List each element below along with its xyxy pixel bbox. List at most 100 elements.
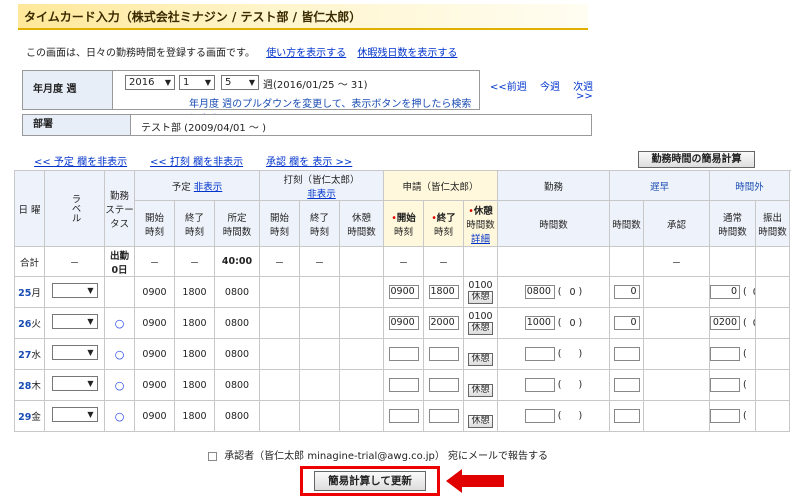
apply-start-input[interactable]: 0900 — [388, 285, 419, 299]
total-ps: － — [134, 246, 175, 277]
late-approve — [643, 338, 711, 370]
label-select[interactable] — [51, 345, 98, 360]
ot-normal: ( ) — [709, 338, 757, 370]
page-title-bar: タイムカード入力（株式会社ミナジン / テスト部 / 皆仁太郎） — [18, 4, 588, 30]
label-select[interactable] — [51, 407, 98, 422]
ot-normal-input[interactable]: 0 — [710, 285, 741, 299]
plan-sched: 0800 — [214, 400, 260, 432]
ot-normal-input[interactable] — [710, 347, 741, 361]
mail-checkbox[interactable] — [208, 451, 217, 461]
total-ab — [463, 246, 498, 277]
total-pe: － — [174, 246, 215, 277]
row-day: 27水 — [14, 338, 45, 370]
ot-normal-input[interactable] — [710, 378, 741, 392]
work-hours: ( ) — [496, 400, 611, 432]
table-row: 29金 ○ 090018000800 休憩 ( ) ( ) — [14, 400, 791, 432]
total-ks: － — [259, 246, 300, 277]
ot-transfer — [755, 369, 791, 401]
late-hours-input[interactable]: 0 — [613, 316, 640, 330]
table-row: 26火○090018000800090020000100休憩1000 (0 )0… — [14, 307, 791, 339]
next-week-arrow[interactable]: >> — [576, 91, 593, 102]
week-select[interactable]: 5 — [221, 75, 259, 90]
col-work: 勤務 — [496, 170, 611, 201]
label-select[interactable] — [51, 283, 98, 298]
late-hours — [609, 369, 645, 401]
work-hours-input[interactable]: 0800 — [524, 285, 555, 299]
late-hours-input[interactable] — [613, 378, 640, 392]
work-hours-input[interactable]: 1000 — [524, 316, 555, 330]
apply-start-input[interactable] — [388, 347, 419, 361]
apply-end-input[interactable] — [428, 347, 459, 361]
row-label — [44, 369, 105, 401]
work-hours-input[interactable] — [524, 378, 555, 392]
toggle-plan-link[interactable]: << 予定 欄を非表示 — [34, 157, 127, 168]
apply-start: 0900 — [383, 276, 424, 308]
break-button[interactable]: 休憩 — [468, 291, 493, 304]
col-day: 日 曜 — [14, 170, 45, 247]
row-status: ○ — [104, 307, 135, 339]
total-late-ap: － — [643, 246, 711, 277]
plan-end: 1800 — [174, 276, 215, 308]
month-select[interactable]: 1 — [179, 75, 215, 90]
apply-start — [383, 338, 424, 370]
break-button[interactable]: 休憩 — [468, 415, 493, 428]
punch-hide-link[interactable]: 非表示 — [307, 189, 336, 200]
work-hours-input[interactable] — [524, 409, 555, 423]
late-approve — [643, 276, 711, 308]
row-status — [104, 276, 135, 308]
late-hours-input[interactable] — [613, 409, 640, 423]
label-select[interactable] — [51, 314, 98, 329]
week-range: 週(2016/01/25 ～ 31) — [263, 80, 368, 91]
apply-start-input[interactable] — [388, 378, 419, 392]
intro-text: この画面は、日々の勤務時間を登録する画面です。 — [26, 48, 255, 59]
apply-end-input[interactable]: 1800 — [428, 285, 459, 299]
ot-normal-input[interactable]: 0200 — [710, 316, 741, 330]
ot-transfer — [755, 307, 791, 339]
late-hours-input[interactable]: 0 — [613, 285, 640, 299]
ot-normal-input[interactable] — [710, 409, 741, 423]
work-hours: 1000 (0 ) — [496, 307, 611, 339]
prev-week-link[interactable]: <<前週 — [490, 82, 527, 93]
apply-end-input[interactable]: 2000 — [428, 316, 459, 330]
this-week-link[interactable]: 今週 — [540, 82, 560, 93]
toggle-approve-link[interactable]: 承認 欄を 表示 >> — [266, 157, 352, 168]
table-row: 25月090018000800090018000100休憩0800 (0 )00… — [14, 276, 791, 308]
total-late — [609, 246, 645, 277]
row-dow: 木 — [31, 381, 41, 392]
work-hours-input[interactable] — [524, 347, 555, 361]
quick-calc-button[interactable]: 勤務時間の簡易計算 — [638, 151, 755, 168]
late-hours: 0 — [609, 307, 645, 339]
punch-end — [299, 369, 340, 401]
break-button[interactable]: 休憩 — [468, 353, 493, 366]
total-attend: 出勤 0日 — [104, 246, 135, 277]
how-to-link[interactable]: 使い方を表示する — [266, 48, 346, 59]
h-ot-normal: 通常 時間数 — [709, 200, 757, 247]
apply-start-input[interactable]: 0900 — [388, 316, 419, 330]
h-apply-brk-text: 休憩 — [473, 205, 493, 217]
total-ot — [709, 246, 757, 277]
leave-balance-link[interactable]: 休暇残日数を表示する — [357, 48, 457, 59]
col-attend: 勤務 ステータス — [104, 170, 135, 247]
period-label: 年月度 週 — [23, 71, 113, 109]
h-plan-start: 開始 時刻 — [134, 200, 175, 247]
status-mark: ○ — [114, 378, 125, 392]
h-apply-start: •開始 時刻 — [383, 200, 424, 247]
brk-detail-link[interactable]: 詳細 — [471, 234, 490, 245]
year-select[interactable]: 2016 — [125, 75, 175, 90]
break-button[interactable]: 休憩 — [468, 322, 493, 335]
punch-end — [299, 400, 340, 432]
apply-end-input[interactable] — [428, 409, 459, 423]
plan-hide-link[interactable]: 非表示 — [194, 182, 223, 193]
apply-brk: 休憩 — [463, 369, 498, 401]
dept-label: 部署 — [23, 115, 131, 135]
apply-end-input[interactable] — [428, 378, 459, 392]
row-day: 25月 — [14, 276, 45, 308]
break-button[interactable]: 休憩 — [468, 384, 493, 397]
late-hours — [609, 338, 645, 370]
toggle-punch-link[interactable]: << 打刻 欄を非表示 — [150, 157, 243, 168]
apply-start-input[interactable] — [388, 409, 419, 423]
plan-end: 1800 — [174, 369, 215, 401]
h-apply-brk-hours: 時間数 — [466, 219, 495, 231]
late-hours-input[interactable] — [613, 347, 640, 361]
label-select[interactable] — [51, 376, 98, 391]
